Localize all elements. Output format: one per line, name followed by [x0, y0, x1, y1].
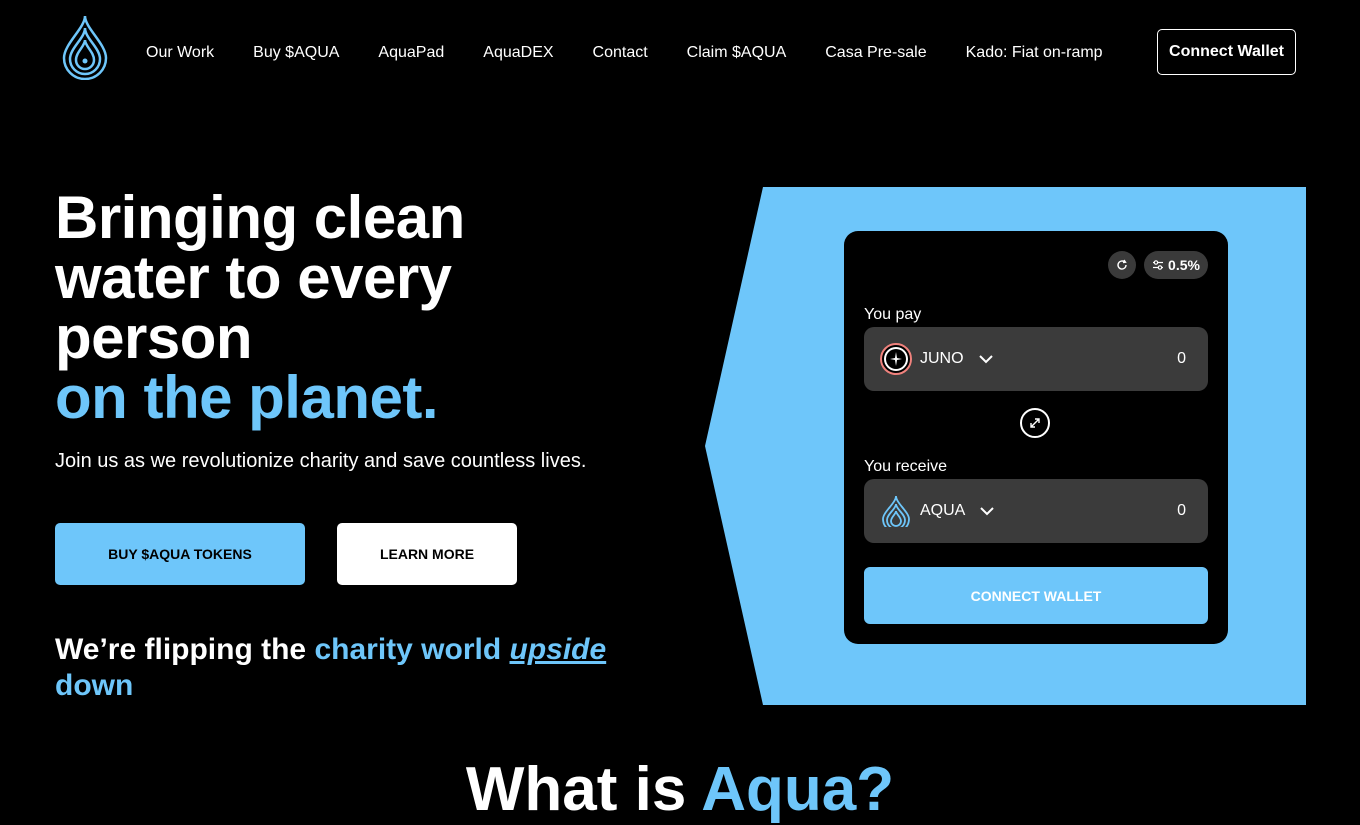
nav-link-casa-presale[interactable]: Casa Pre-sale: [825, 44, 926, 62]
receive-token-name: AQUA: [920, 502, 966, 519]
hero-title-line-3: person: [55, 304, 253, 371]
water-drop-logo-icon[interactable]: [60, 14, 110, 80]
swap-arrows-icon: [1030, 418, 1040, 428]
juno-token-icon: [880, 343, 912, 375]
what-is-text: What is: [465, 755, 702, 824]
what-is-aqua-heading: What is Aqua?: [0, 755, 1360, 825]
pay-token-selector[interactable]: JUNO: [880, 343, 994, 375]
flipping-text-1: We’re flipping the: [55, 633, 315, 666]
pay-token-name: JUNO: [920, 350, 964, 367]
chevron-down-icon: [978, 355, 993, 364]
page: Our Work Buy $AQUA AquaPad AquaDEX Conta…: [0, 0, 1360, 825]
main-nav: Our Work Buy $AQUA AquaPad AquaDEX Conta…: [146, 29, 1298, 77]
nav-link-aquapad[interactable]: AquaPad: [378, 44, 444, 62]
flipping-text-down: down: [55, 669, 134, 702]
hero-subtitle: Join us as we revolutionize charity and …: [55, 450, 587, 472]
refresh-button[interactable]: [1108, 251, 1136, 279]
connect-wallet-button[interactable]: Connect Wallet: [1157, 29, 1296, 75]
hero-title: Bringing clean water to every person on …: [55, 188, 615, 428]
flipping-text-upside: upside: [509, 633, 607, 666]
hero-title-accent: on the planet.: [55, 364, 439, 431]
learn-more-button[interactable]: LEARN MORE: [337, 523, 517, 585]
nav-link-our-work[interactable]: Our Work: [146, 44, 214, 62]
receive-token-selector[interactable]: AQUA: [880, 495, 995, 527]
slippage-value: 0.5%: [1168, 257, 1200, 273]
nav-link-kado-fiat[interactable]: Kado: Fiat on-ramp: [966, 44, 1103, 62]
aqua-token-icon: [882, 495, 910, 527]
refresh-icon: [1117, 259, 1127, 270]
swap-connect-wallet-button[interactable]: CONNECT WALLET: [864, 567, 1208, 624]
flipping-text-2: charity world: [314, 633, 510, 666]
receive-token-box: AQUA: [864, 479, 1208, 543]
you-pay-label: You pay: [864, 306, 922, 323]
nav-link-claim-aqua[interactable]: Claim $AQUA: [687, 44, 787, 62]
you-receive-label: You receive: [864, 458, 948, 475]
swap-card: 0.5% You pay JUNO You: [844, 231, 1228, 644]
flipping-heading: We’re flipping the charity world upside …: [55, 632, 655, 704]
hero-title-line-2: water to every: [55, 244, 452, 311]
receive-amount-input[interactable]: [1104, 501, 1188, 521]
nav-link-aquadex[interactable]: AquaDEX: [483, 44, 553, 62]
slippage-settings-button[interactable]: 0.5%: [1144, 251, 1208, 279]
hero-title-line-1: Bringing clean: [55, 184, 465, 251]
nav-link-contact[interactable]: Contact: [593, 44, 648, 62]
pay-amount-input[interactable]: [1104, 349, 1188, 369]
aqua-question-text: Aqua?: [701, 755, 895, 824]
switch-tokens-button[interactable]: [1020, 408, 1050, 438]
chevron-down-icon: [980, 507, 995, 516]
pay-token-box: JUNO: [864, 327, 1208, 391]
nav-link-buy-aqua[interactable]: Buy $AQUA: [253, 44, 339, 62]
sliders-icon: [1153, 260, 1164, 270]
buy-aqua-tokens-button[interactable]: BUY $AQUA TOKENS: [55, 523, 305, 585]
